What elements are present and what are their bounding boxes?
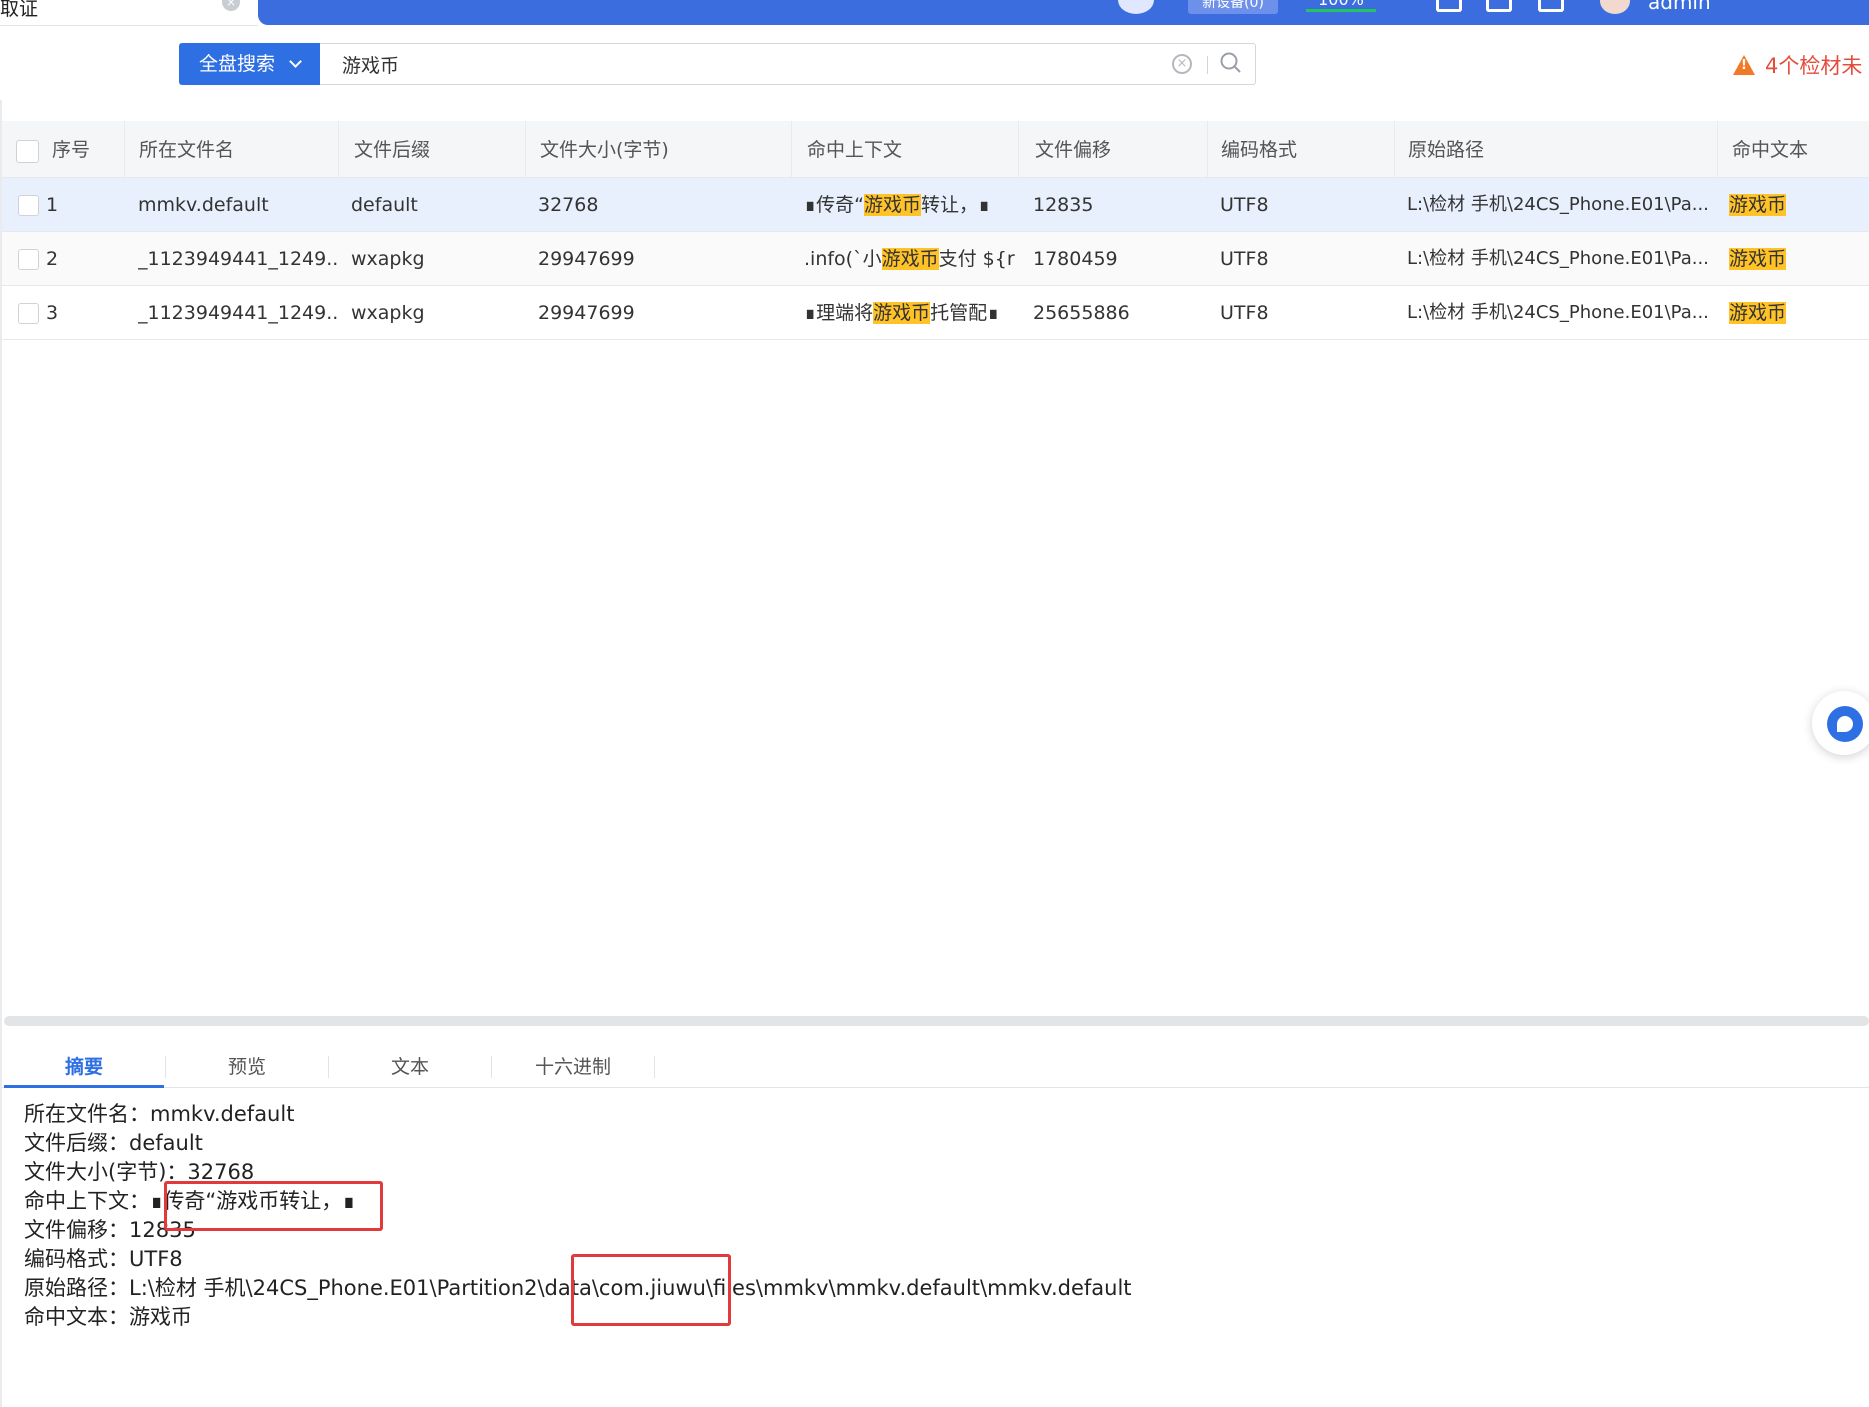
context-pre: ∎理端将 [804,302,874,324]
warning-icon [1733,55,1755,75]
tab-preview[interactable]: 预览 [167,1044,327,1088]
context-pre: .info(`小 [804,248,882,270]
row-context: ∎理端将游戏币托管配∎ [804,286,1019,339]
row-size: 29947699 [538,302,635,324]
tab-divider [165,1056,166,1078]
header-hit-text[interactable]: 命中文本 [1732,121,1869,177]
header-context[interactable]: 命中上下文 [807,121,1019,177]
progress-percent: 100% [1306,0,1376,12]
divider [1207,56,1208,74]
header-suffix[interactable]: 文件后缀 [354,121,526,177]
row-checkbox[interactable] [18,195,39,216]
row-encoding: UTF8 [1220,248,1269,270]
row-size: 32768 [538,194,599,216]
select-all-checkbox[interactable] [16,140,39,163]
video-icon[interactable] [1436,0,1462,12]
detail-suffix: 文件后缀：default [24,1131,203,1155]
chevron-down-icon [289,55,302,68]
context-hit: 游戏币 [873,302,931,324]
header-size[interactable]: 文件大小(字节) [540,121,792,177]
warning-notice[interactable]: 4个检材未 [1733,50,1862,80]
search-scope-dropdown[interactable]: 全盘搜索 [179,43,320,85]
context-post: 支付 ${r [938,248,1015,270]
user-name[interactable]: admin [1648,0,1711,14]
search-box: × [320,43,1256,85]
table-header: 序号 所在文件名 文件后缀 文件大小(字节) 命中上下文 文件偏移 编码格式 原… [2,121,1869,178]
tab-divider [491,1056,492,1078]
row-path: L:\检材 手机\24CS_Phone.E01\Pa... [1407,248,1709,269]
detail-tabs: 摘要 预览 文本 十六进制 [2,1044,1869,1088]
row-hit-text: 游戏币 [1729,232,1869,285]
row-path: L:\检材 手机\24CS_Phone.E01\Pa... [1407,302,1709,323]
row-suffix: wxapkg [351,302,425,324]
tab-divider [654,1056,655,1078]
row-checkbox[interactable] [18,249,39,270]
annotation-box-path [571,1254,731,1326]
row-offset: 25655886 [1033,302,1130,324]
row-path: L:\检材 手机\24CS_Phone.E01\Pa... [1407,194,1709,215]
detail-filename: 所在文件名：mmkv.default [24,1102,295,1126]
device-badge[interactable]: 新设备(0) [1188,0,1278,14]
search-icon[interactable] [1220,52,1242,74]
tab-divider [328,1056,329,1078]
context-hit: 游戏币 [881,248,939,270]
clear-icon[interactable]: × [1172,54,1192,74]
row-filename: _1123949441_1249.... [138,248,338,270]
header-offset[interactable]: 文件偏移 [1035,121,1208,177]
chat-icon [1827,706,1863,742]
context-post: 托管配∎ [930,302,1000,324]
row-checkbox[interactable] [18,303,39,324]
row-context: ∎传奇“游戏币转让，∎ [804,178,1019,231]
row-filename: _1123949441_1249.... [138,302,338,324]
table-row[interactable]: 3 _1123949441_1249.... wxapkg 29947699 ∎… [2,286,1869,340]
table-row[interactable]: 1 mmkv.default default 32768 ∎传奇“游戏币转让，∎… [2,178,1869,232]
row-suffix: wxapkg [351,248,425,270]
row-encoding: UTF8 [1220,194,1269,216]
search-scope-label: 全盘搜索 [199,53,276,75]
row-encoding: UTF8 [1220,302,1269,324]
row-size: 29947699 [538,248,635,270]
header-filename[interactable]: 所在文件名 [139,121,339,177]
row-suffix: default [351,194,418,216]
hit-text-highlight: 游戏币 [1729,248,1787,270]
table-row[interactable]: 2 _1123949441_1249.... wxapkg 29947699 .… [2,232,1869,286]
header-bar: 新设备(0) 100% admin [258,0,1869,25]
row-offset: 12835 [1033,194,1094,216]
hit-text-highlight: 游戏币 [1729,302,1787,324]
horizontal-scrollbar[interactable] [4,1016,1869,1026]
assistant-icon[interactable] [1118,0,1154,14]
row-context: .info(`小游戏币支付 ${r [804,232,1019,285]
close-tab-icon[interactable]: × [222,0,240,11]
header-encoding[interactable]: 编码格式 [1221,121,1395,177]
header-index[interactable]: 序号 [52,121,125,177]
top-bar: 取证 × 新设备(0) 100% admin [0,0,1869,26]
app-tab-title: 取证 [0,0,39,20]
header-path[interactable]: 原始路径 [1408,121,1718,177]
annotation-box-context [164,1181,383,1231]
context-hit: 游戏币 [863,194,921,216]
row-index: 2 [46,248,59,270]
row-hit-text: 游戏币 [1729,178,1869,231]
app-tab[interactable]: 取证 × [0,0,258,26]
row-hit-text: 游戏币 [1729,286,1869,339]
avatar[interactable] [1600,0,1630,14]
row-offset: 1780459 [1033,248,1118,270]
chat-float-button[interactable] [1812,691,1869,755]
context-post: 转让，∎ [920,194,991,216]
tab-summary[interactable]: 摘要 [4,1044,164,1088]
tab-hex[interactable]: 十六进制 [493,1044,653,1088]
row-filename: mmkv.default [138,194,269,216]
row-index: 1 [46,194,59,216]
search-input[interactable] [320,44,1120,84]
apps-grid-icon[interactable] [1538,0,1564,12]
warning-text: 4个检材未 [1765,54,1863,78]
tab-text[interactable]: 文本 [330,1044,490,1088]
row-index: 3 [46,302,59,324]
screenshot-icon[interactable] [1486,0,1512,12]
context-pre: ∎传奇“ [804,194,864,216]
hit-text-highlight: 游戏币 [1729,194,1787,216]
